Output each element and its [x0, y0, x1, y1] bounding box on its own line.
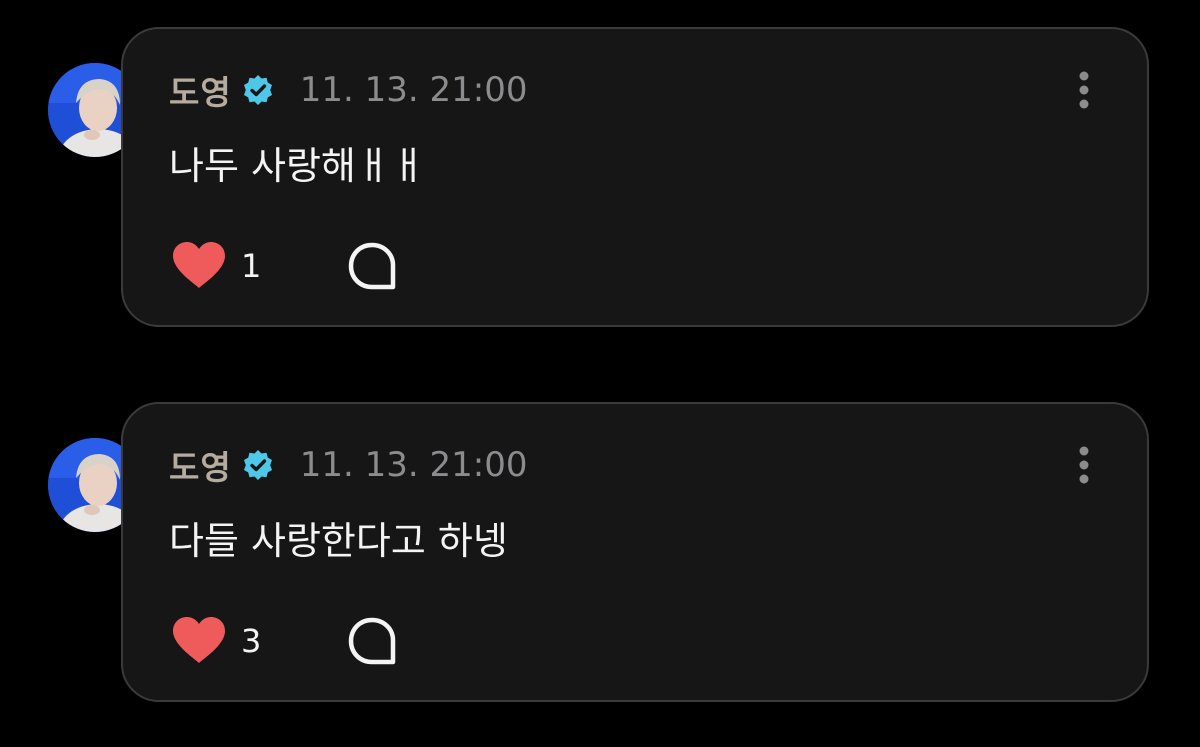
timestamp: 11. 13. 21:00	[299, 70, 528, 110]
comment-post: 도영 11. 13. 21:00 나두 사랑해ㅐㅐ 1	[0, 27, 1200, 329]
comment-card: 도영 11. 13. 21:00 나두 사랑해ㅐㅐ 1	[121, 27, 1149, 327]
author-name[interactable]: 도영	[169, 66, 232, 114]
more-vertical-icon[interactable]	[1077, 71, 1091, 109]
more-vertical-icon[interactable]	[1077, 446, 1091, 484]
author-name[interactable]: 도영	[169, 441, 232, 489]
comment-header: 도영 11. 13. 21:00	[169, 66, 528, 114]
comment-actions: 1	[171, 241, 397, 291]
like-count: 3	[241, 622, 262, 660]
comment-feed: 도영 11. 13. 21:00 나두 사랑해ㅐㅐ 1 도영 11. 13. 2…	[0, 0, 1200, 747]
like-count: 1	[241, 247, 262, 285]
comment-bubble-icon[interactable]	[347, 616, 397, 666]
comment-bubble-icon[interactable]	[347, 241, 397, 291]
verified-badge-icon	[243, 450, 272, 480]
comment-text: 나두 사랑해ㅐㅐ	[169, 144, 426, 188]
timestamp: 11. 13. 21:00	[299, 445, 528, 485]
heart-icon[interactable]	[171, 241, 227, 291]
comment-post: 도영 11. 13. 21:00 다들 사랑한다고 하넹 3	[0, 402, 1200, 704]
verified-badge-icon	[243, 75, 272, 105]
heart-icon[interactable]	[171, 616, 227, 666]
comment-actions: 3	[171, 616, 397, 666]
comment-header: 도영 11. 13. 21:00	[169, 441, 528, 489]
comment-text: 다들 사랑한다고 하넹	[169, 519, 508, 563]
comment-card: 도영 11. 13. 21:00 다들 사랑한다고 하넹 3	[121, 402, 1149, 702]
